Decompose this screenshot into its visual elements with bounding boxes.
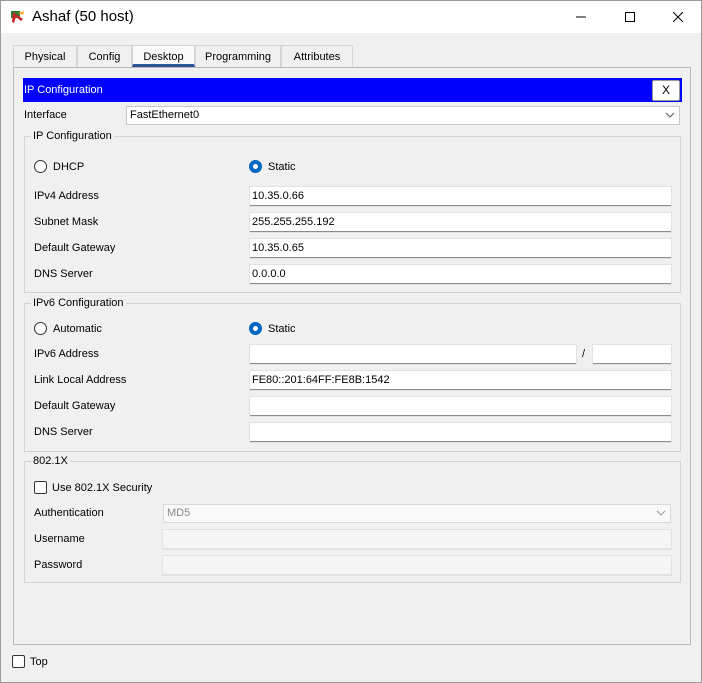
ipv4-address-label: IPv4 Address: [34, 190, 99, 202]
ipv4-group-title: IP Configuration: [31, 130, 114, 142]
packet-tracer-icon: [11, 11, 24, 23]
maximize-icon: [625, 12, 635, 22]
app-header-title: IP Configuration: [24, 84, 103, 96]
interface-label: Interface: [24, 109, 67, 121]
tab-programming[interactable]: Programming: [195, 45, 281, 67]
interface-value: FastEthernet0: [130, 109, 200, 121]
ipv4-dns-input[interactable]: 0.0.0.0: [249, 264, 672, 285]
password-input[interactable]: [162, 555, 672, 576]
ipv4-static-label: Static: [268, 161, 296, 173]
ipv6-group: IPv6 Configuration Automatic Static IPv6…: [24, 297, 681, 452]
maximize-button[interactable]: [607, 1, 653, 33]
ipv6-address-label: IPv6 Address: [34, 348, 99, 360]
ip-configuration-app: IP Configuration X Interface FastEtherne…: [23, 77, 683, 635]
ipv4-dns-label: DNS Server: [34, 268, 93, 280]
username-label: Username: [34, 533, 85, 545]
top-label: Top: [30, 656, 48, 668]
title-bar[interactable]: Ashaf (50 host): [1, 1, 701, 33]
dhcp-radio[interactable]: [34, 160, 47, 173]
interface-select[interactable]: FastEthernet0: [126, 106, 680, 125]
minimize-icon: [576, 16, 586, 18]
chevron-down-icon: [665, 112, 675, 118]
tab-physical[interactable]: Physical: [13, 45, 77, 67]
authentication-value: MD5: [167, 507, 191, 519]
ipv6-automatic-radio[interactable]: [34, 322, 47, 335]
ipv4-group: IP Configuration DHCP Static IPv4 Addres…: [24, 130, 681, 293]
ipv6-dns-label: DNS Server: [34, 426, 93, 438]
ipv6-static-label: Static: [268, 323, 296, 335]
top-checkbox[interactable]: [12, 655, 25, 668]
link-local-input[interactable]: FE80::201:64FF:FE8B:1542: [249, 370, 672, 391]
app-header: IP Configuration X: [23, 78, 682, 102]
tab-desktop[interactable]: Desktop: [132, 45, 195, 67]
dot1x-group: 802.1X Use 802.1X Security Authenticatio…: [24, 455, 681, 583]
minimize-button[interactable]: [558, 1, 604, 33]
authentication-label: Authentication: [34, 507, 104, 519]
ipv6-group-title: IPv6 Configuration: [31, 297, 126, 309]
dhcp-label: DHCP: [53, 161, 85, 173]
ipv6-gateway-label: Default Gateway: [34, 400, 116, 412]
tab-config[interactable]: Config: [77, 45, 132, 67]
prefix-separator: /: [582, 348, 586, 360]
close-window-button[interactable]: [655, 1, 701, 33]
ipv6-prefix-input[interactable]: [592, 344, 672, 365]
window-title: Ashaf (50 host): [32, 8, 134, 25]
ipv6-gateway-input[interactable]: [249, 396, 672, 417]
ipv4-static-radio[interactable]: [249, 160, 262, 173]
chevron-down-icon: [656, 510, 666, 516]
authentication-select[interactable]: MD5: [163, 504, 671, 523]
app-close-button[interactable]: X: [652, 80, 680, 101]
username-input[interactable]: [162, 529, 672, 550]
use-8021x-label: Use 802.1X Security: [52, 482, 153, 494]
ipv6-dns-input[interactable]: [249, 422, 672, 443]
use-8021x-checkbox[interactable]: [34, 481, 47, 494]
ipv4-gateway-label: Default Gateway: [34, 242, 116, 254]
device-window: Ashaf (50 host) Physical Config Desktop …: [0, 0, 702, 683]
password-label: Password: [34, 559, 83, 571]
desktop-panel: IP Configuration X Interface FastEtherne…: [13, 67, 691, 645]
link-local-label: Link Local Address: [34, 374, 127, 386]
tab-attributes[interactable]: Attributes: [281, 45, 353, 67]
ipv4-gateway-input[interactable]: 10.35.0.65: [249, 238, 672, 259]
subnet-mask-label: Subnet Mask: [34, 216, 99, 228]
close-icon: [673, 12, 683, 22]
dot1x-group-title: 802.1X: [31, 455, 70, 467]
ipv6-automatic-label: Automatic: [53, 323, 102, 335]
ipv6-static-radio[interactable]: [249, 322, 262, 335]
ipv6-address-input[interactable]: [249, 344, 577, 365]
ipv4-address-input[interactable]: 10.35.0.66: [249, 186, 672, 207]
subnet-mask-input[interactable]: 255.255.255.192: [249, 212, 672, 233]
